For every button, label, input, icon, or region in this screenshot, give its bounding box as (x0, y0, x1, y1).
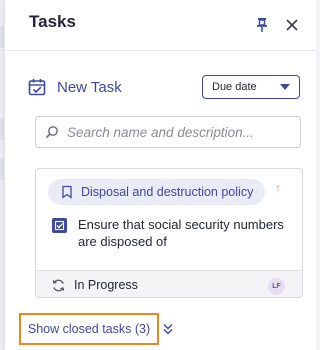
search-field[interactable] (35, 116, 301, 148)
pin-icon[interactable] (253, 16, 271, 34)
sort-dropdown[interactable]: Due date (202, 75, 300, 99)
checkbox-check-icon (54, 220, 65, 231)
search-input[interactable] (67, 124, 292, 140)
sort-dropdown-value: Due date (212, 81, 257, 93)
policy-tag-label: Disposal and destruction policy (81, 185, 254, 199)
chevron-down-icon (280, 84, 290, 90)
task-card[interactable]: Disposal and destruction policy ↑ Ensure… (35, 168, 303, 298)
new-task-label: New Task (57, 78, 122, 96)
double-chevron-down-icon[interactable] (162, 322, 174, 336)
task-description: Ensure that social security numbers are … (78, 217, 284, 249)
task-status: In Progress (74, 278, 138, 292)
task-checkbox[interactable] (52, 218, 67, 233)
task-card-footer: In Progress LF (36, 270, 302, 297)
close-icon[interactable] (283, 16, 301, 34)
panel-title: Tasks (29, 12, 76, 31)
panel-header: Tasks (5, 0, 316, 51)
in-progress-icon (52, 279, 65, 292)
assignee-avatar[interactable]: LF (268, 278, 285, 295)
policy-tag[interactable]: Disposal and destruction policy (48, 179, 266, 205)
show-closed-tasks-button[interactable]: Show closed tasks (3) (19, 313, 159, 345)
tasks-panel: Tasks New Task Due date Search name and … (4, 0, 316, 350)
search-icon (45, 126, 58, 139)
bookmark-icon (62, 185, 72, 199)
priority-up-icon: ↑ (275, 181, 281, 195)
new-task-button[interactable]: New Task (27, 76, 122, 98)
calendar-check-icon (28, 79, 46, 96)
